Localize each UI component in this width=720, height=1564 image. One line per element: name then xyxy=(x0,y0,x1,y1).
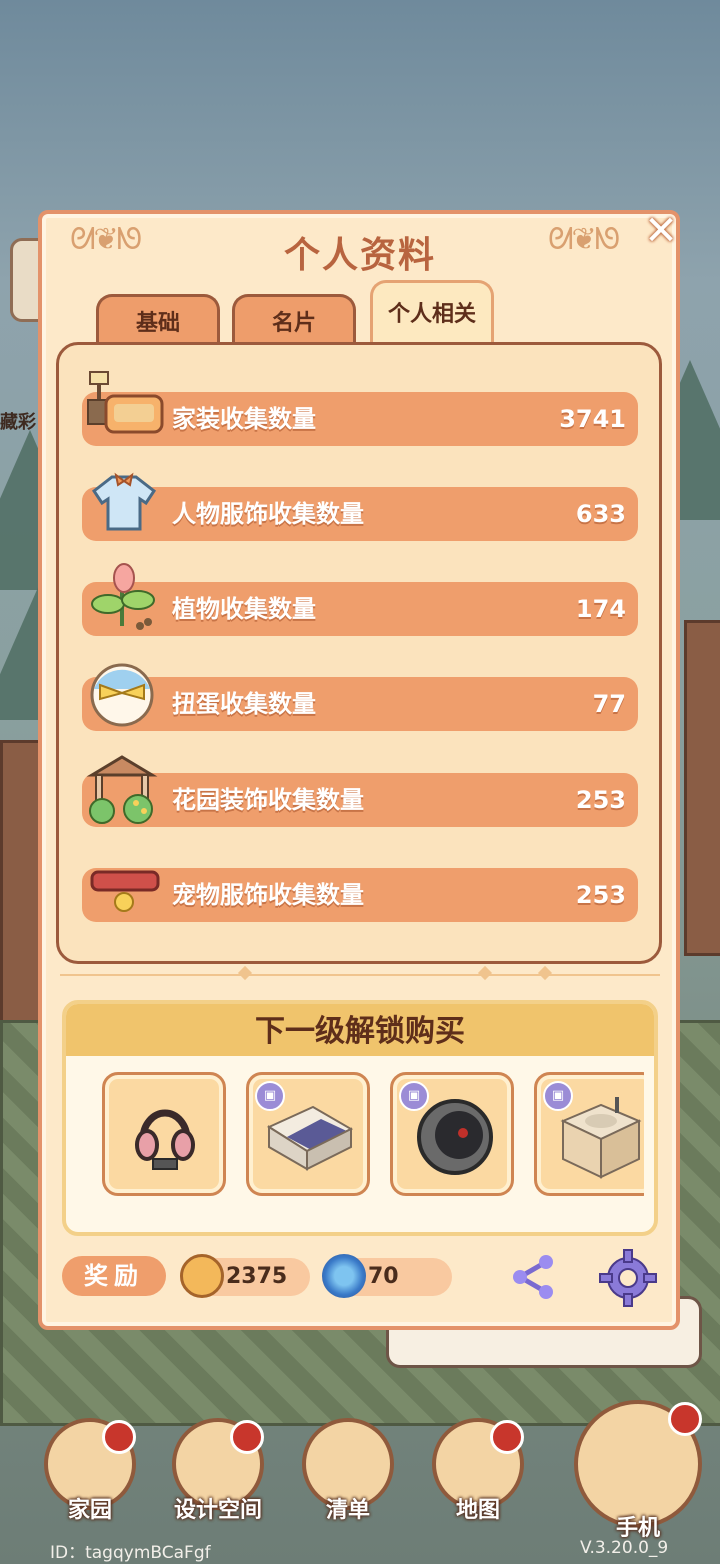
nav-list[interactable]: 清单 xyxy=(296,1418,400,1524)
coin-icon xyxy=(180,1254,224,1298)
coin-counter: 2375 xyxy=(180,1254,310,1298)
nav-label: 设计空间 xyxy=(173,1498,262,1523)
nav-label: 清单 xyxy=(325,1498,370,1523)
unlock-item-card[interactable]: ▣ xyxy=(534,1072,644,1196)
divider xyxy=(60,974,660,976)
stat-row-clothing: 人物服饰收集数量 633 xyxy=(82,472,638,541)
nav-phone[interactable]: 手机 xyxy=(568,1400,708,1542)
reward-button[interactable]: 奖励 xyxy=(62,1256,166,1296)
nav-label: 地图 xyxy=(455,1498,500,1523)
stat-label: 人物服饰收集数量 xyxy=(172,500,364,528)
stat-value: 174 xyxy=(575,595,626,623)
tab-personal[interactable]: 个人相关 xyxy=(370,280,494,344)
nav-label: 家园 xyxy=(67,1498,112,1523)
stat-value: 253 xyxy=(575,881,626,909)
gem-value: 70 xyxy=(368,1264,399,1289)
swirl-gem-icon xyxy=(322,1254,366,1298)
bed-icon xyxy=(266,1105,354,1171)
pet-collar-icon xyxy=(90,870,160,912)
sprout-icon xyxy=(91,563,155,630)
stat-row-garden: 花园装饰收集数量 253 xyxy=(82,755,638,827)
stat-row-furniture: 家装收集数量 3741 xyxy=(82,371,638,446)
unlock-item-card[interactable]: ▣ xyxy=(390,1072,514,1196)
nav-design-space[interactable]: 设计空间 xyxy=(164,1418,272,1524)
unlock-items-strip[interactable]: ▣ ▣ ▣ xyxy=(96,1068,644,1204)
stat-label: 扭蛋收集数量 xyxy=(172,690,316,718)
stat-label: 宠物服饰收集数量 xyxy=(172,881,364,909)
notification-dot xyxy=(668,1402,702,1436)
coin-value: 2375 xyxy=(226,1264,288,1289)
tab-card[interactable]: 名片 xyxy=(232,294,356,344)
gazebo-icon xyxy=(86,755,158,824)
stat-label: 家装收集数量 xyxy=(172,405,316,433)
close-icon[interactable]: ✕ xyxy=(640,210,682,252)
stat-row-gacha: 扭蛋收集数量 77 xyxy=(82,663,638,731)
notification-dot xyxy=(490,1420,524,1454)
headphones-icon xyxy=(135,1109,195,1170)
nav-home[interactable]: 家园 xyxy=(38,1418,142,1524)
stat-label: 植物收集数量 xyxy=(172,595,316,623)
stat-row-plants: 植物收集数量 174 xyxy=(82,563,638,636)
phone-icon xyxy=(574,1400,702,1528)
stat-label: 花园装饰收集数量 xyxy=(172,786,364,814)
nav-map[interactable]: 地图 xyxy=(426,1418,530,1524)
settings-gear-icon[interactable] xyxy=(598,1248,658,1308)
notification-dot xyxy=(102,1420,136,1454)
unlock-item-card[interactable]: ▣ xyxy=(246,1072,370,1196)
stat-value: 77 xyxy=(592,690,626,718)
tab-basic[interactable]: 基础 xyxy=(96,294,220,344)
sink-icon xyxy=(560,1097,642,1179)
gem-counter: 70 xyxy=(322,1254,452,1298)
version-text: V.3.20.0_9 xyxy=(580,1538,669,1558)
unlock-title: 下一级解锁购买 xyxy=(66,1004,654,1056)
unlock-item-card[interactable] xyxy=(102,1072,226,1196)
stat-value: 633 xyxy=(575,500,626,528)
stat-value: 3741 xyxy=(559,405,626,433)
share-icon[interactable] xyxy=(508,1252,558,1302)
side-label: 藏彩 xyxy=(0,412,36,433)
player-id: ID：tagqymBCaFgf xyxy=(50,1543,211,1563)
unlock-section: 下一级解锁购买 ▣ ▣ ▣ xyxy=(62,1000,658,1236)
sofa-lamp-icon xyxy=(87,371,164,434)
notification-dot xyxy=(230,1420,264,1454)
panel-title: 个人资料 xyxy=(283,235,436,276)
stat-value: 253 xyxy=(575,786,626,814)
gacha-egg-icon xyxy=(90,663,154,727)
house-wall xyxy=(684,620,720,956)
egg-chair-icon xyxy=(417,1099,493,1175)
shirt-icon xyxy=(91,472,157,531)
stat-row-pet: 宠物服饰收集数量 253 xyxy=(82,868,638,922)
